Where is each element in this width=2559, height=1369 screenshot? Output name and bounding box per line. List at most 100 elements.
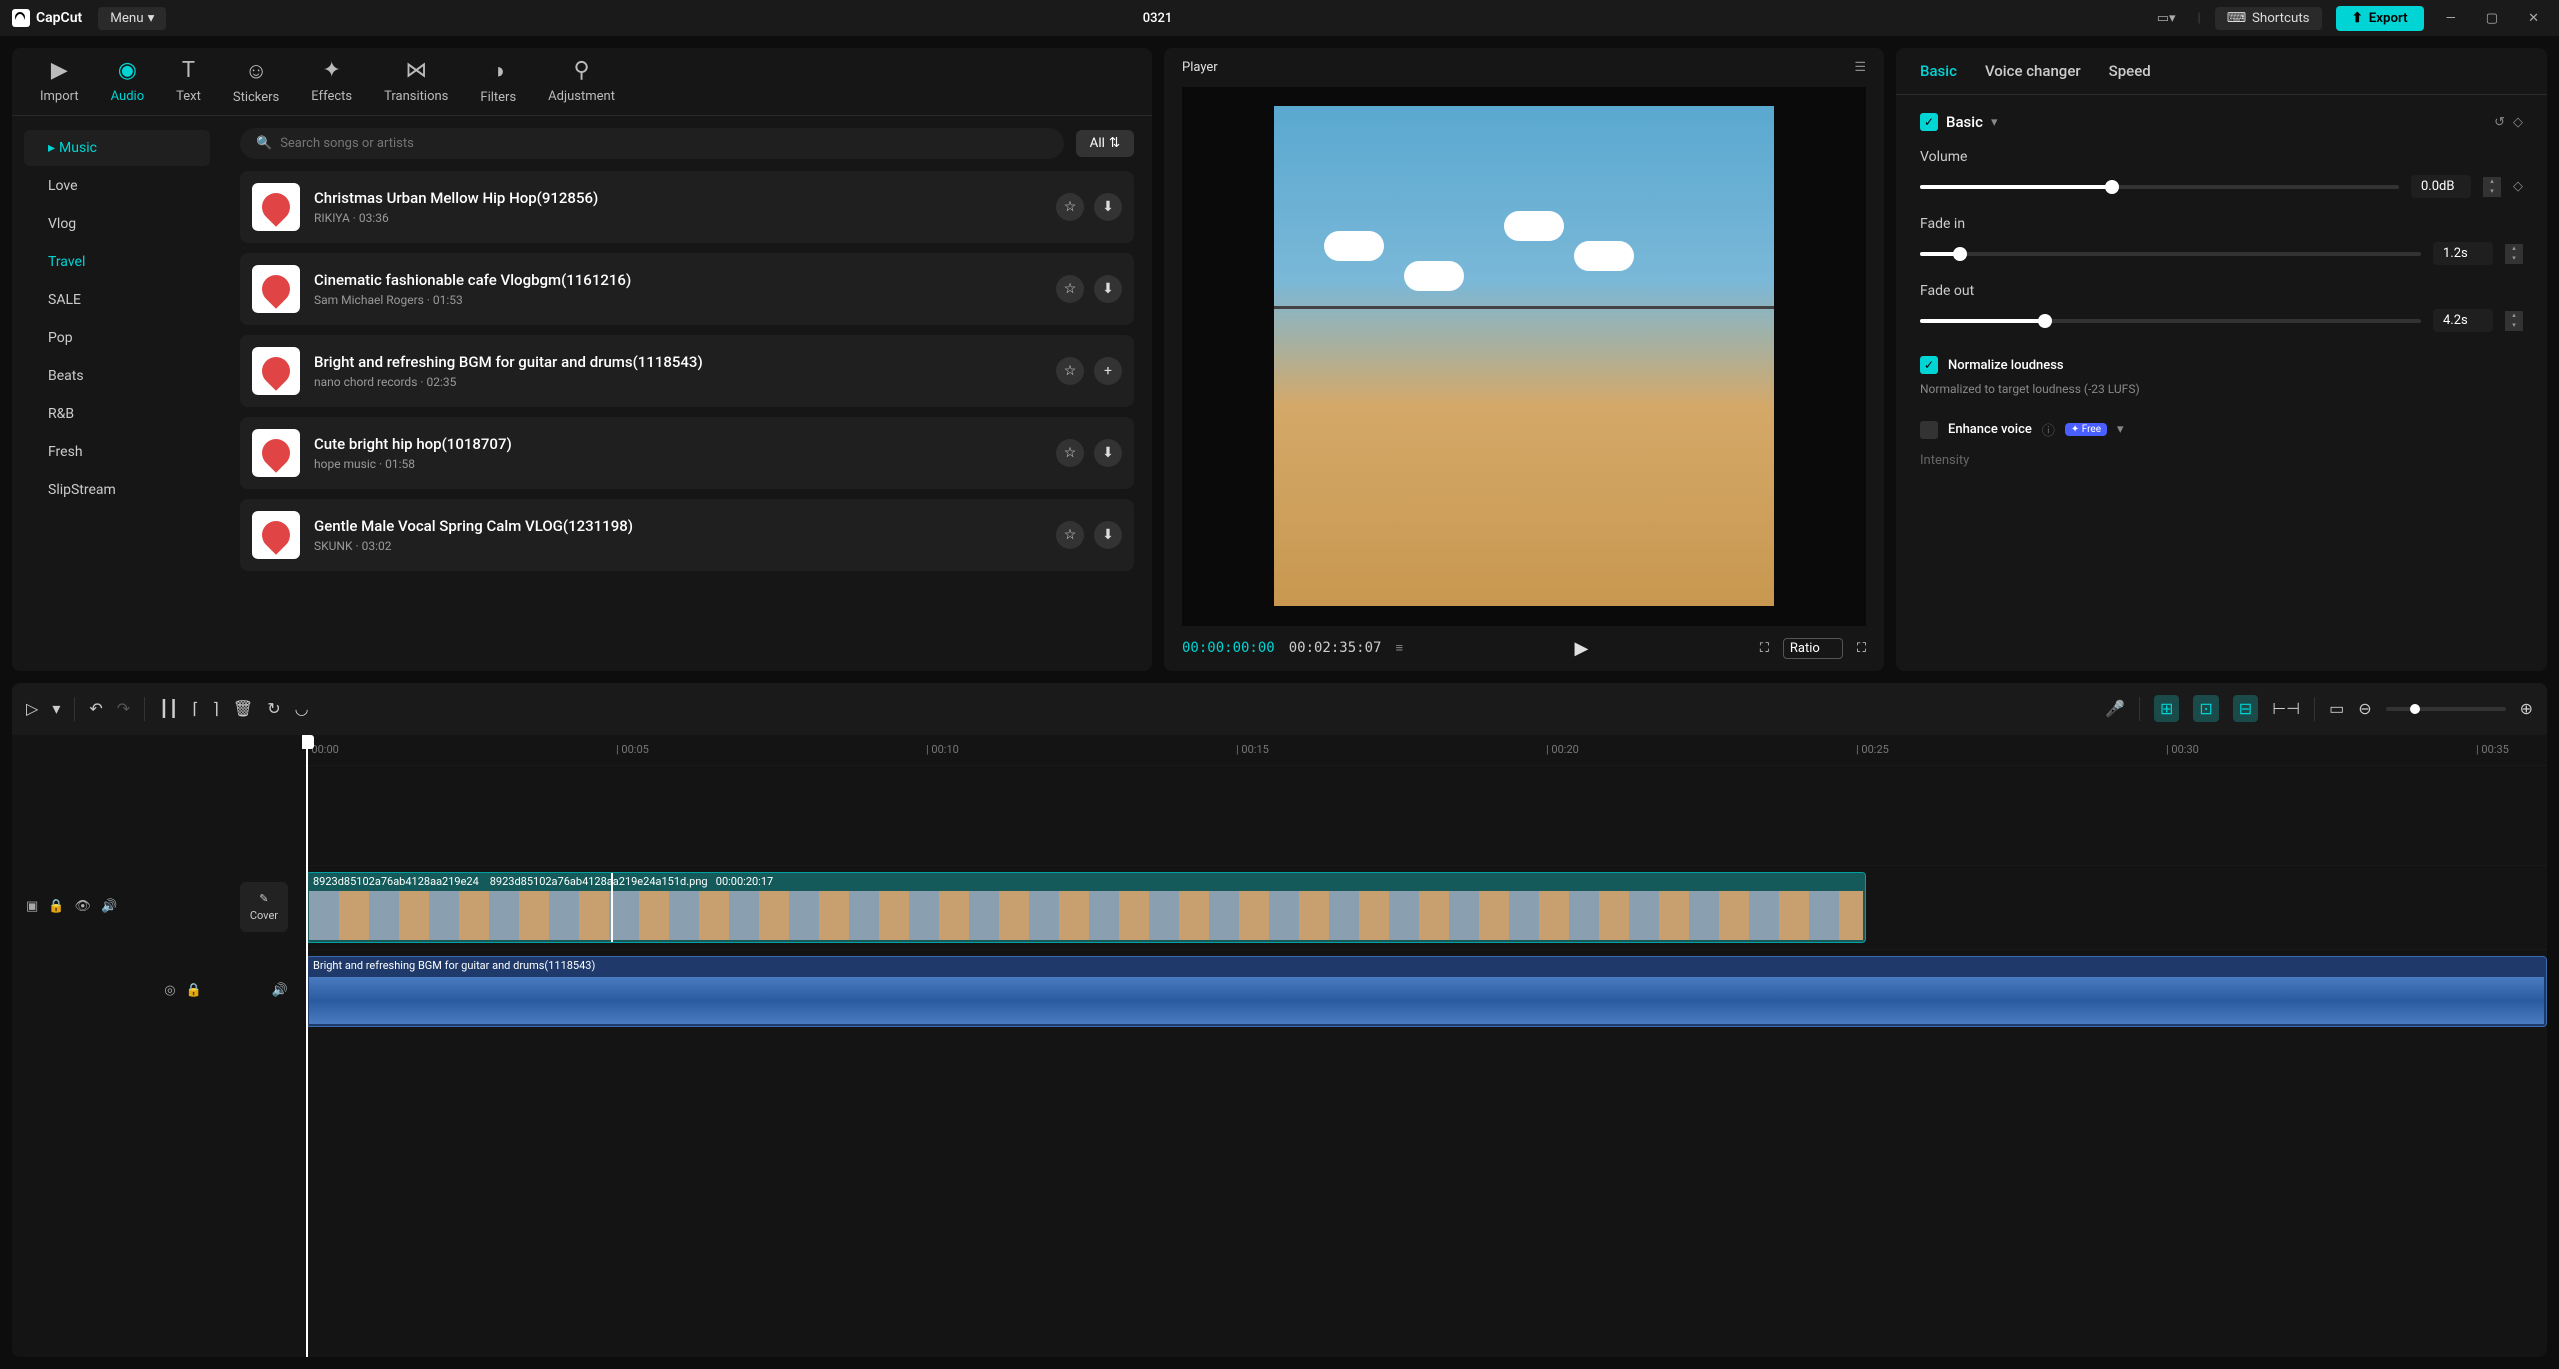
chevron-down-icon[interactable]: ▾ bbox=[1991, 115, 1998, 130]
tab-speed[interactable]: Speed bbox=[2109, 62, 2151, 80]
keyframe-icon[interactable]: ◇ bbox=[2513, 179, 2523, 194]
sidebar-item-slipstream[interactable]: SlipStream bbox=[24, 472, 210, 508]
lock-icon[interactable]: 🔒 bbox=[186, 983, 202, 998]
favorite-button[interactable]: ☆ bbox=[1056, 193, 1084, 221]
marker-icon[interactable]: ◡ bbox=[295, 699, 309, 718]
chevron-down-icon[interactable]: ▾ bbox=[2117, 422, 2124, 437]
delete-icon[interactable]: 🗑 bbox=[233, 699, 253, 718]
sidebar-item-travel[interactable]: Travel bbox=[24, 244, 210, 280]
song-action-button[interactable]: + bbox=[1094, 357, 1122, 385]
redo-icon[interactable]: ↷ bbox=[117, 699, 130, 718]
video-track[interactable]: 8923d85102a76ab4128aa219e24 8923d85102a7… bbox=[302, 865, 2547, 949]
fadein-value[interactable]: 1.2s bbox=[2433, 242, 2493, 265]
nav-text[interactable]: TText bbox=[176, 58, 201, 105]
enhance-checkbox[interactable] bbox=[1920, 421, 1938, 439]
layout-icon[interactable]: ▭▾ bbox=[2149, 7, 2184, 30]
search-input[interactable] bbox=[280, 136, 1047, 151]
mute-icon[interactable]: 🔊 bbox=[272, 983, 288, 998]
favorite-button[interactable]: ☆ bbox=[1056, 521, 1084, 549]
fadein-slider[interactable] bbox=[1920, 252, 2421, 256]
sidebar-item-sale[interactable]: SALE bbox=[24, 282, 210, 318]
audio-clip[interactable]: Bright and refreshing BGM for guitar and… bbox=[306, 956, 2547, 1027]
normalize-checkbox[interactable]: ✓ bbox=[1920, 356, 1938, 374]
trim-right-icon[interactable]: ⌉ bbox=[213, 699, 219, 718]
fadeout-slider[interactable] bbox=[1920, 319, 2421, 323]
track-toggle-icon[interactable]: ▣ bbox=[26, 899, 38, 914]
tab-basic[interactable]: Basic bbox=[1920, 62, 1957, 80]
zoom-in-icon[interactable]: ⊕ bbox=[2520, 699, 2533, 718]
undo-icon[interactable]: ↶ bbox=[89, 699, 102, 718]
sidebar-item-beats[interactable]: Beats bbox=[24, 358, 210, 394]
volume-stepper[interactable]: ▴▾ bbox=[2483, 177, 2501, 197]
nav-adjustment[interactable]: ⚲Adjustment bbox=[548, 58, 615, 105]
keyframe-icon[interactable]: ◇ bbox=[2513, 115, 2523, 130]
zoom-out-icon[interactable]: ⊖ bbox=[2358, 699, 2371, 718]
minimize-button[interactable]: — bbox=[2438, 7, 2464, 30]
shortcuts-button[interactable]: ⌨ Shortcuts bbox=[2215, 7, 2322, 30]
mic-icon[interactable]: 🎤 bbox=[2105, 699, 2125, 718]
snapshot-icon[interactable]: ⛶ bbox=[1760, 641, 1769, 656]
sidebar-item-pop[interactable]: Pop bbox=[24, 320, 210, 356]
song-action-button[interactable]: ⬇ bbox=[1094, 439, 1122, 467]
search-box[interactable]: 🔍 bbox=[240, 128, 1064, 159]
rotate-icon[interactable]: ↻ bbox=[267, 699, 280, 718]
song-item[interactable]: Christmas Urban Mellow Hip Hop(912856) R… bbox=[240, 171, 1134, 243]
sidebar-item-vlog[interactable]: Vlog bbox=[24, 206, 210, 242]
sidebar-item-rnb[interactable]: R&B bbox=[24, 396, 210, 432]
song-item[interactable]: Cinematic fashionable cafe Vlogbgm(11612… bbox=[240, 253, 1134, 325]
track-empty[interactable] bbox=[302, 765, 2547, 865]
player-menu-icon[interactable]: ☰ bbox=[1854, 60, 1866, 75]
favorite-button[interactable]: ☆ bbox=[1056, 357, 1084, 385]
info-icon[interactable]: ⓘ bbox=[2042, 420, 2055, 439]
favorite-button[interactable]: ☆ bbox=[1056, 439, 1084, 467]
nav-audio[interactable]: ◉Audio bbox=[111, 58, 144, 105]
export-button[interactable]: ⬆ Export bbox=[2336, 6, 2424, 31]
snap-icon[interactable]: ⊡ bbox=[2193, 695, 2218, 722]
split-icon[interactable]: ┃┃ bbox=[159, 699, 178, 718]
fadeout-stepper[interactable]: ▴▾ bbox=[2505, 311, 2523, 331]
mute-icon[interactable]: 🔊 bbox=[101, 899, 117, 914]
song-item[interactable]: Gentle Male Vocal Spring Calm VLOG(12311… bbox=[240, 499, 1134, 571]
maximize-button[interactable]: ▢ bbox=[2478, 7, 2506, 30]
nav-stickers[interactable]: ☺Stickers bbox=[233, 58, 279, 105]
video-clip[interactable]: 8923d85102a76ab4128aa219e24 8923d85102a7… bbox=[306, 872, 1866, 943]
dropdown-icon[interactable]: ▾ bbox=[52, 699, 60, 718]
song-action-button[interactable]: ⬇ bbox=[1094, 193, 1122, 221]
nav-import[interactable]: ▶Import bbox=[40, 58, 79, 105]
fullscreen-icon[interactable]: ⛶ bbox=[1857, 641, 1866, 656]
nav-filters[interactable]: ◑Filters bbox=[480, 58, 516, 105]
magnet-icon[interactable]: ⊞ bbox=[2154, 695, 2179, 722]
audio-track[interactable]: Bright and refreshing BGM for guitar and… bbox=[302, 949, 2547, 1033]
volume-value[interactable]: 0.0dB bbox=[2411, 175, 2471, 198]
filter-all-button[interactable]: All ⇅ bbox=[1076, 130, 1134, 157]
basic-checkbox[interactable]: ✓ bbox=[1920, 113, 1938, 131]
audio-track-icon[interactable]: ◎ bbox=[164, 983, 175, 998]
reset-icon[interactable]: ↺ bbox=[2494, 115, 2505, 130]
favorite-button[interactable]: ☆ bbox=[1056, 275, 1084, 303]
timeline-ruler[interactable]: | 00:00| 00:05| 00:10| 00:15| 00:20| 00:… bbox=[302, 735, 2547, 765]
sidebar-item-love[interactable]: Love bbox=[24, 168, 210, 204]
zoom-slider[interactable] bbox=[2386, 707, 2506, 711]
playhead[interactable] bbox=[306, 735, 308, 1358]
link-icon[interactable]: ⊟ bbox=[2233, 695, 2258, 722]
ratio-button[interactable]: Ratio bbox=[1783, 638, 1843, 659]
eye-icon[interactable]: 👁 bbox=[74, 899, 91, 914]
menu-button[interactable]: Menu ▾ bbox=[98, 7, 166, 30]
lock-icon[interactable]: 🔒 bbox=[48, 899, 64, 914]
sidebar-item-fresh[interactable]: Fresh bbox=[24, 434, 210, 470]
play-button[interactable]: ▶ bbox=[1574, 638, 1588, 659]
song-action-button[interactable]: ⬇ bbox=[1094, 275, 1122, 303]
song-action-button[interactable]: ⬇ bbox=[1094, 521, 1122, 549]
player-preview[interactable] bbox=[1182, 87, 1866, 626]
preview-icon[interactable]: ▭ bbox=[2329, 699, 2344, 718]
song-item[interactable]: Bright and refreshing BGM for guitar and… bbox=[240, 335, 1134, 407]
trim-left-icon[interactable]: ⌈ bbox=[192, 699, 198, 718]
pointer-icon[interactable]: ▷ bbox=[26, 699, 38, 718]
list-icon[interactable]: ≡ bbox=[1395, 640, 1403, 656]
song-item[interactable]: Cute bright hip hop(1018707) hope music … bbox=[240, 417, 1134, 489]
cover-button[interactable]: ✎ Cover bbox=[240, 882, 288, 932]
close-button[interactable]: ✕ bbox=[2520, 7, 2547, 30]
sidebar-item-music[interactable]: ▸Music bbox=[24, 130, 210, 166]
volume-slider[interactable] bbox=[1920, 185, 2399, 189]
fadeout-value[interactable]: 4.2s bbox=[2433, 309, 2493, 332]
